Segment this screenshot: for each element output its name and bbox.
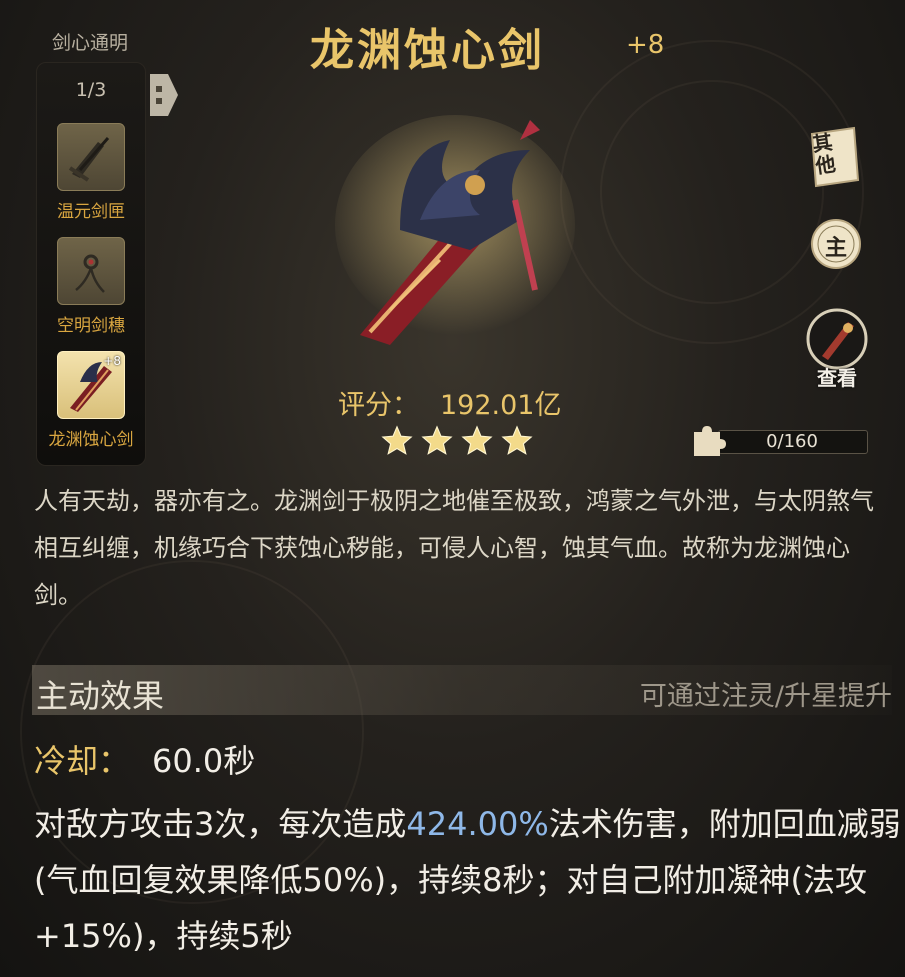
sidebar-item-sword-tassel[interactable]: 空明剑穗 [37,237,145,336]
set-count: 1/3 [75,79,107,101]
item-description: 人有天劫，器亦有之。龙渊剑于极阴之地催至极致，鸿蒙之气外泄，与太阴煞气相互纠缠，… [34,487,874,609]
effect-description: 对敌方攻击3次，每次造成424.00%法术伤害，附加回血减弱(气血回复效果降低5… [34,796,904,964]
section-title: 主动效果 [36,677,165,715]
equipment-set-panel: 1/3 温元剑匣 空明剑穗 +8 龙渊蚀心剑 [36,62,146,466]
item-title: 龙渊蚀心剑 [310,25,545,76]
score-value: 192.01亿 [440,390,562,421]
star-rating [380,424,534,458]
main-button[interactable]: 主 [810,218,862,270]
dragon-sword-image [330,110,580,350]
damage-percent: 424.00% [406,805,549,843]
collapse-tab-arrow-icon[interactable] [150,70,180,120]
puzzle-piece-icon [694,426,726,456]
sidebar-item-sword-case[interactable]: 温元剑匣 [37,123,145,222]
upgrade-hint: 可通过注灵/升星提升 [639,681,892,712]
fragment-progress[interactable]: 0/160 [690,424,868,456]
sidebar-title: 剑心通明 [51,32,128,54]
view-button[interactable]: 查看 [804,306,870,392]
item-enhance-level: +8 [626,30,665,60]
active-effect-header: 主动效果 可通过注灵/升星提升 [32,665,892,715]
enhance-badge: +8 [103,354,121,368]
star-icon [421,425,453,455]
sidebar-item-label: 空明剑穗 [57,316,125,336]
sidebar-item-label: 温元剑匣 [57,202,125,222]
sidebar-item-label: 龙渊蚀心剑 [48,430,134,450]
sword-case-icon [57,123,125,191]
main-button-label: 主 [824,236,847,261]
sword-tassel-icon [57,237,125,305]
star-icon [381,425,413,455]
star-icon [501,425,533,455]
view-button-label: 查看 [817,366,857,390]
background-pattern [600,80,824,304]
effect-text: 对敌方攻击3次，每次造成 [34,805,407,843]
star-icon [461,425,493,455]
cooldown-value: 60.0秒 [152,742,256,780]
other-button[interactable]: 其他 [806,126,862,188]
score-label: 评分： [338,390,419,421]
sidebar-item-dragon-sword[interactable]: +8 龙渊蚀心剑 [37,351,145,450]
cooldown-label: 冷却： [34,742,131,780]
progress-text: 0/160 [766,431,818,452]
dragon-sword-icon: +8 [57,351,125,419]
